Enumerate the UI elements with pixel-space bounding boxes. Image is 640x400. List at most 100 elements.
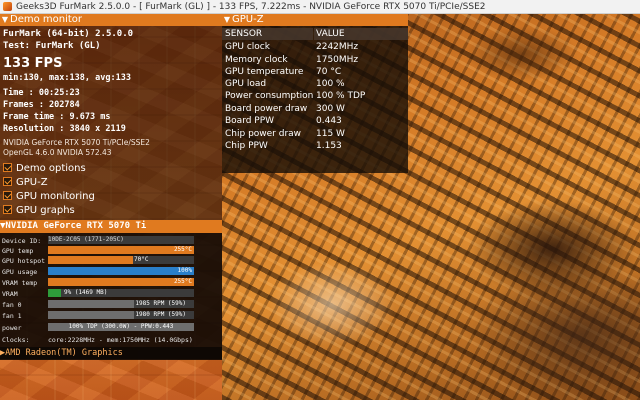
checkbox-checked-icon[interactable]	[3, 205, 12, 214]
bar-value: 1980 RPM (59%)	[135, 311, 186, 318]
gpu-hotspot-label: GPU hotspot	[2, 257, 46, 265]
vram-label: VRAM	[2, 290, 18, 298]
checkbox-label: Demo options	[16, 163, 86, 174]
checkbox-checked-icon[interactable]	[3, 191, 12, 200]
frame-time: Frame time : 9.673 ms	[3, 112, 111, 122]
fan-1-label: fan 1	[2, 312, 22, 320]
demo-monitor-header[interactable]: ▼ Demo monitor	[0, 14, 222, 26]
window-title-bar: Geeks3D FurMark 2.5.0.0 - [ FurMark (GL)…	[0, 0, 640, 14]
table-row: Chip power draw 115 W	[222, 128, 408, 140]
sensor-column-header: SENSOR	[222, 28, 313, 40]
sensor-name: GPU temperature	[225, 67, 304, 77]
table-row: Memory clock 1750MHz	[222, 54, 408, 66]
vram-bar: 9% (1469 MB)	[48, 289, 194, 297]
bar-value: 100%	[177, 267, 192, 274]
table-row: Power consumption 100 % TDP	[222, 90, 408, 102]
sensor-value: 0.443	[316, 116, 342, 126]
app-version-line: FurMark (64-bit) 2.5.0.0	[3, 29, 134, 39]
gpuz-header-title: GPU-Z	[232, 14, 264, 25]
power-bar: 100% TDP (300.0W) - PPW:0.443	[48, 323, 194, 331]
sensor-name: Memory clock	[225, 55, 288, 65]
clocks-value: core:2228MHz - mem:1750MHz (14.0Gbps)	[48, 336, 193, 344]
sensor-name: Power consumption	[225, 91, 314, 101]
vram-temp-bar: 255°C	[48, 278, 194, 286]
bar-value: 1985 RPM (59%)	[135, 300, 186, 307]
table-row: Board PPW 0.443	[222, 115, 408, 127]
renderer-info: NVIDIA GeForce RTX 5070 Ti/PCIe/SSE2	[3, 138, 150, 147]
checkbox-checked-icon[interactable]	[3, 163, 12, 172]
sensor-value: 70 °C	[316, 67, 342, 77]
bar-fill	[48, 289, 62, 297]
sensor-name: GPU clock	[225, 42, 270, 52]
bar-fill	[48, 311, 135, 319]
furmark-app-icon	[3, 2, 12, 11]
clocks-label: Clocks:	[2, 336, 30, 344]
frame-count: Frames : 202784	[3, 100, 80, 110]
sensor-name: GPU load	[225, 79, 267, 89]
sensor-value: 2242MHz	[316, 42, 359, 52]
sensor-name: Chip PPW	[225, 141, 268, 151]
sensor-value: 100 %	[316, 79, 345, 89]
bar-fill	[48, 267, 194, 275]
table-row: GPU load 100 %	[222, 78, 408, 90]
collapse-arrow-icon[interactable]: ▼	[0, 14, 10, 26]
gpu-temp-bar: 255°C	[48, 246, 194, 254]
checkbox-label: GPU-Z	[16, 177, 48, 188]
checkbox-demo-options[interactable]: Demo options	[3, 162, 86, 175]
table-row: GPU temperature 70 °C	[222, 66, 408, 78]
fps-readout: 133 FPS	[3, 56, 63, 71]
collapse-arrow-icon[interactable]: ▼	[222, 14, 232, 26]
bar-fill	[48, 278, 194, 286]
resolution: Resolution : 3840 x 2119	[3, 124, 126, 134]
sensor-value: 100 % TDP	[316, 91, 366, 101]
nvidia-header-title: NVIDIA GeForce RTX 5070 Ti	[5, 221, 147, 231]
bar-fill	[48, 300, 135, 308]
table-row: Chip PPW 1.153	[222, 140, 408, 152]
sensor-name: Board power draw	[225, 104, 308, 114]
device-id-value: 10DE-2C05 (1771-205C)	[48, 236, 194, 244]
fan-0-label: fan 0	[2, 301, 22, 309]
vram-temp-label: VRAM temp	[2, 279, 38, 287]
demo-monitor-panel: ▼ Demo monitor FurMark (64-bit) 2.5.0.0 T…	[0, 14, 222, 220]
bar-value: 70°C	[134, 256, 149, 263]
value-column-header: VALUE	[314, 28, 408, 40]
opengl-info: OpenGL 4.6.0 NVIDIA 572.43	[3, 148, 112, 157]
checkbox-checked-icon[interactable]	[3, 177, 12, 186]
nvidia-header[interactable]: ▼NVIDIA GeForce RTX 5070 Ti	[0, 220, 222, 233]
gpuz-header[interactable]: ▼ GPU-Z	[222, 14, 408, 26]
checkbox-gpu-graphs[interactable]: GPU graphs	[3, 204, 75, 217]
bar-fill	[48, 256, 133, 264]
gpu-usage-label: GPU usage	[2, 268, 38, 276]
gpu-hotspot-bar: 70°C	[48, 256, 194, 264]
checkbox-label: GPU monitoring	[16, 191, 95, 202]
device-id-text: 10DE-2C05 (1771-205C)	[48, 236, 124, 243]
sensor-value: 1.153	[316, 141, 342, 151]
sensor-name: Chip power draw	[225, 129, 302, 139]
bar-value: 100% TDP (300.0W) - PPW:0.443	[68, 323, 174, 330]
bar-value: 255°C	[173, 246, 192, 253]
sensor-name: Board PPW	[225, 116, 275, 126]
power-label: power	[2, 324, 22, 332]
checkbox-label: GPU graphs	[16, 205, 75, 216]
checkbox-gpu-monitoring[interactable]: GPU monitoring	[3, 190, 95, 203]
checkbox-gpu-z[interactable]: GPU-Z	[3, 176, 48, 189]
demo-monitor-title: Demo monitor	[10, 14, 83, 25]
sensor-value: 115 W	[316, 129, 345, 139]
bar-value: 9% (1469 MB)	[64, 289, 108, 296]
elapsed-time: Time : 00:25:23	[3, 88, 80, 98]
sensor-value: 300 W	[316, 104, 345, 114]
amd-header-title: AMD Radeon(TM) Graphics	[5, 348, 123, 358]
nvidia-gpu-panel: ▼NVIDIA GeForce RTX 5070 Ti Device ID: 1…	[0, 220, 222, 360]
window-title: Geeks3D FurMark 2.5.0.0 - [ FurMark (GL)…	[16, 2, 486, 12]
gpu-usage-bar: 100%	[48, 267, 194, 275]
amd-gpu-header[interactable]: ▶AMD Radeon(TM) Graphics	[0, 347, 222, 359]
fan-0-bar: 1985 RPM (59%)	[48, 300, 194, 308]
sensor-value: 1750MHz	[316, 55, 359, 65]
bar-value: 255°C	[173, 278, 192, 285]
table-row: GPU clock 2242MHz	[222, 41, 408, 53]
device-id-label: Device ID:	[2, 237, 42, 245]
table-row: Board power draw 300 W	[222, 103, 408, 115]
gpuz-panel: ▼ GPU-Z SENSOR VALUE GPU clock 2242MHz Mem…	[222, 14, 408, 173]
gpu-temp-label: GPU temp	[2, 247, 34, 255]
bar-fill	[48, 246, 194, 254]
